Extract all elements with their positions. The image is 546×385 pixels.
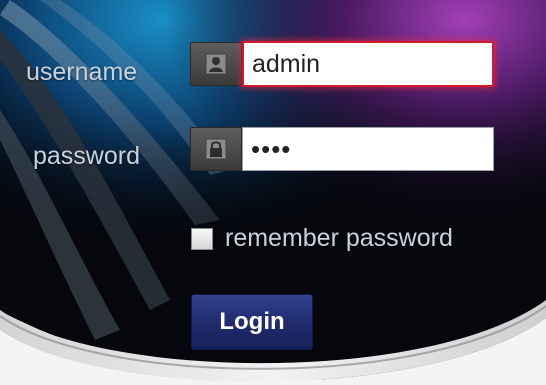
user-glyph-icon (205, 53, 227, 75)
username-input[interactable] (242, 41, 494, 87)
password-input[interactable] (242, 127, 494, 171)
lock-glyph-icon (205, 138, 227, 160)
remember-password-label: remember password (225, 224, 453, 252)
remember-checkbox[interactable] (191, 227, 213, 250)
user-icon (190, 42, 242, 86)
password-label: password (33, 142, 140, 170)
username-label: username (26, 58, 138, 86)
login-button[interactable]: Login (191, 294, 313, 350)
lock-icon (190, 127, 242, 171)
login-panel: username password remember password Logi… (0, 0, 546, 385)
remember-password-toggle[interactable]: remember password (191, 224, 453, 253)
